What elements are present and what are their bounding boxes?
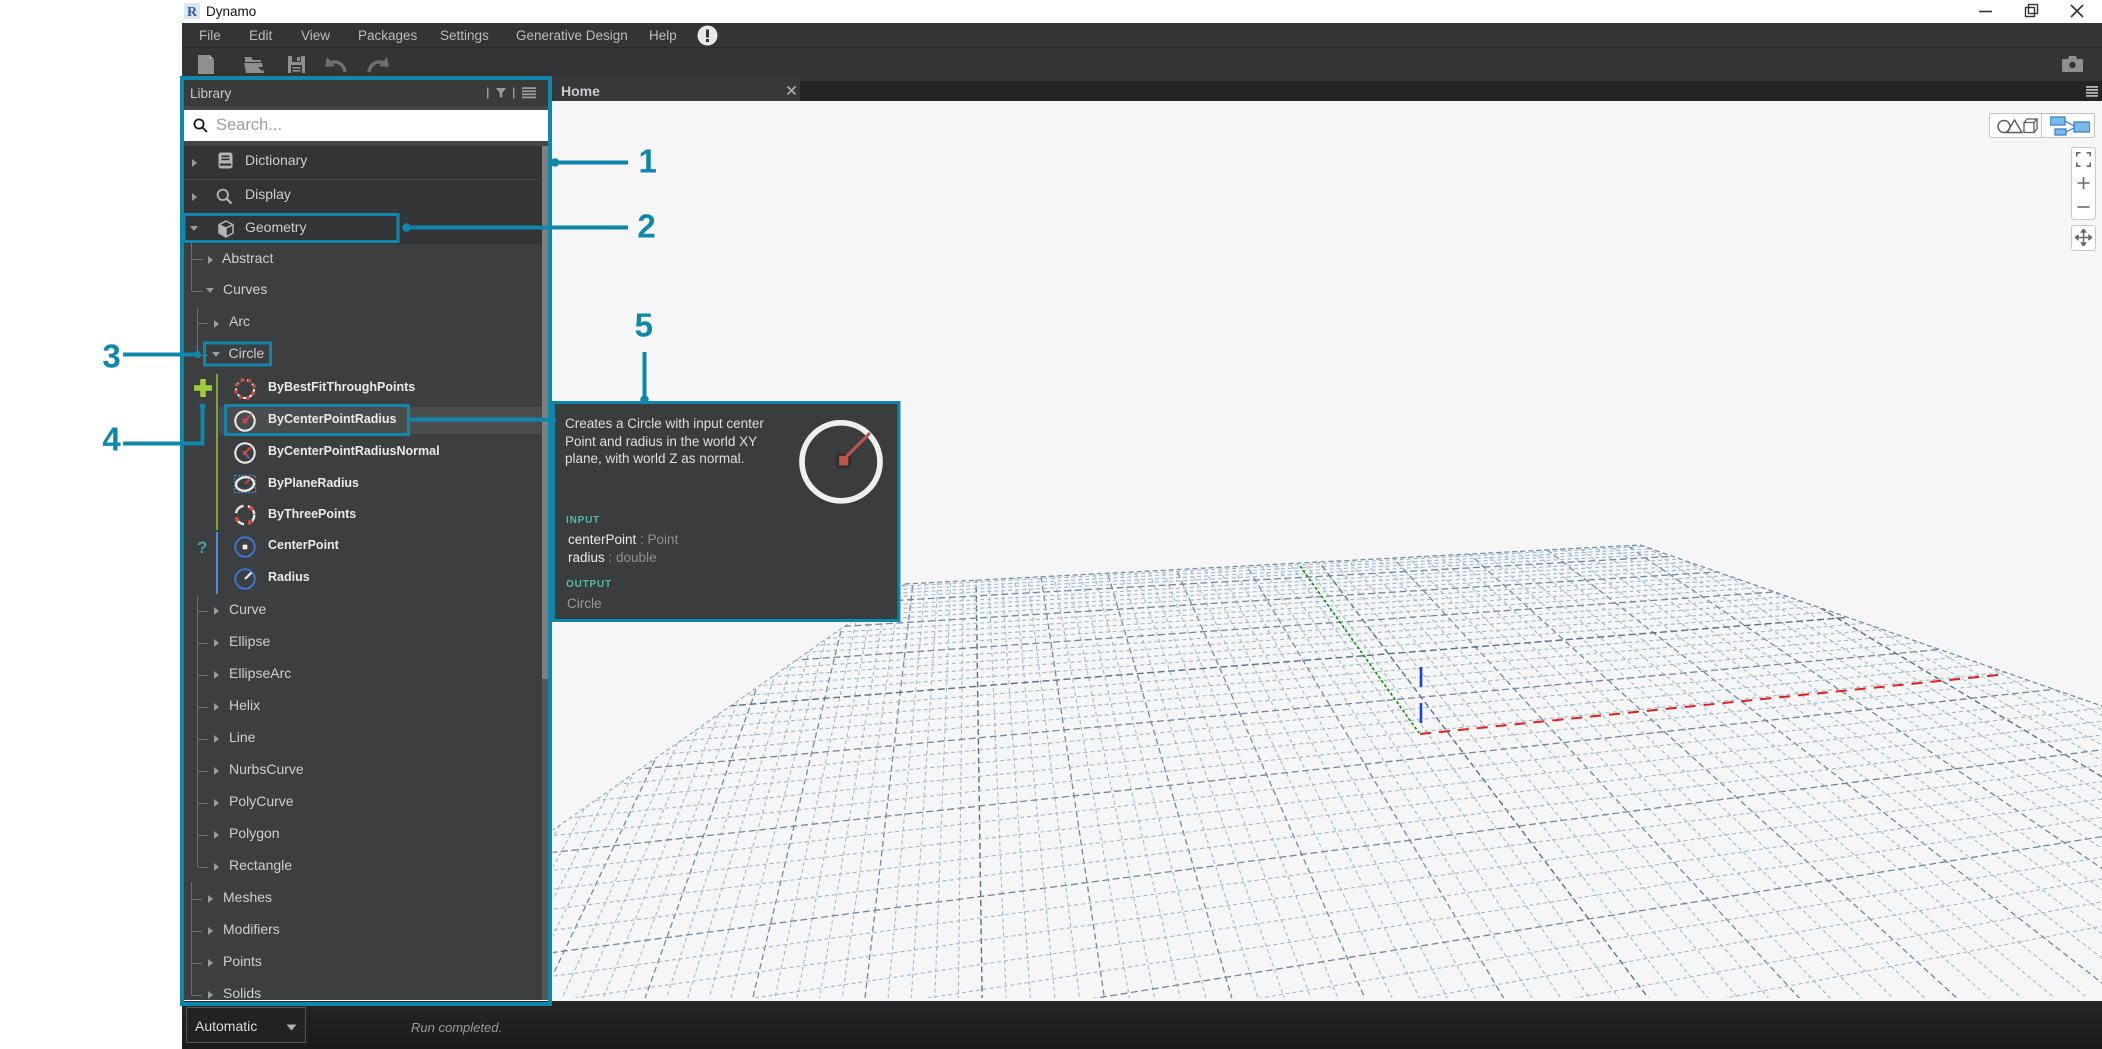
svg-text:3: 3 — [102, 338, 120, 375]
svg-text:4: 4 — [102, 421, 121, 458]
svg-text:R: R — [187, 5, 198, 19]
